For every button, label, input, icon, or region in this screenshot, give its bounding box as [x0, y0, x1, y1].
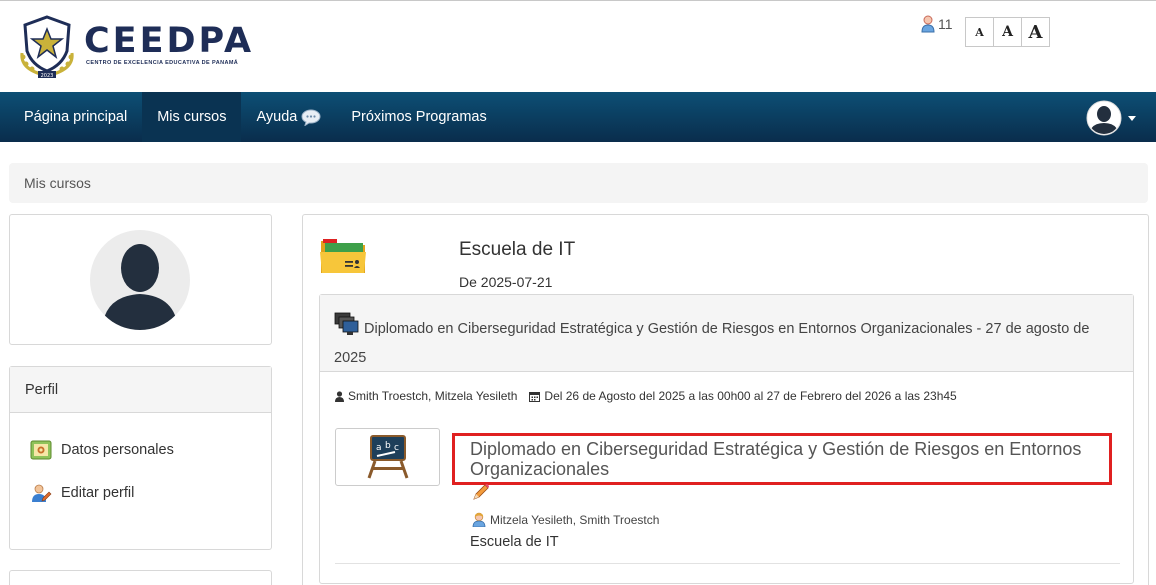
- svg-text:a: a: [376, 443, 382, 453]
- calendar-icon: [529, 391, 541, 402]
- courses-panel: Escuela de IT De 2025-07-21 Diplomado en…: [302, 214, 1149, 585]
- category-title[interactable]: Escuela de IT: [459, 239, 575, 261]
- laurel-shield-icon: 2023: [20, 15, 74, 79]
- chevron-down-icon: [1128, 115, 1136, 121]
- brand-name: CEEDPA: [84, 21, 255, 61]
- svg-text:b: b: [385, 441, 391, 451]
- blackboard-icon: a b c: [367, 435, 408, 479]
- session-coaches: Smith Troestch, Mitzela Yesileth: [335, 389, 517, 403]
- user-edit-icon: [32, 484, 52, 502]
- personal-data-link[interactable]: Datos personales: [30, 439, 174, 461]
- profile-title: Perfil: [10, 367, 271, 413]
- session-title: Diplomado en Ciberseguridad Estratégica …: [334, 321, 1090, 366]
- divider: [335, 563, 1120, 564]
- online-count: 11: [938, 16, 953, 32]
- user-silhouette-icon: [102, 244, 178, 330]
- session-dates-text: Del 26 de Agosto del 2025 a las 00h00 al…: [544, 389, 957, 403]
- pencil-icon: [473, 484, 489, 500]
- session-stack-icon: [334, 312, 359, 335]
- course-category: Escuela de IT: [470, 534, 559, 550]
- folder-icon: [320, 239, 366, 273]
- nav-help[interactable]: Ayuda: [241, 92, 336, 142]
- nav-home-label: Página principal: [24, 109, 128, 125]
- nav-upcoming-programs[interactable]: Próximos Programas: [336, 92, 501, 142]
- page: 2023 CEEDPA CENTRO DE EXCELENCIA EDUCATI…: [0, 0, 1156, 585]
- sidebar-next-card: [9, 570, 272, 585]
- online-users[interactable]: 11: [921, 15, 953, 33]
- logo-year: 2023: [41, 73, 54, 79]
- brand-subtitle: CENTRO DE EXCELENCIA EDUCATIVA DE PANAMÁ: [86, 60, 239, 66]
- course-teachers-text: Mitzela Yesileth, Smith Troestch: [490, 512, 660, 527]
- user-online-icon: [921, 15, 935, 33]
- user-menu[interactable]: [1086, 100, 1136, 136]
- breadcrumb: Mis cursos: [9, 163, 1148, 203]
- font-medium-button[interactable]: A: [993, 17, 1022, 47]
- nav-my-courses-label: Mis cursos: [157, 109, 227, 125]
- course-thumbnail[interactable]: a b c: [335, 428, 440, 486]
- profile-card: Perfil Datos personales Editar perfil: [9, 366, 272, 550]
- header: 2023 CEEDPA CENTRO DE EXCELENCIA EDUCATI…: [0, 1, 1156, 92]
- nav-home[interactable]: Página principal: [0, 92, 142, 142]
- edit-profile-label: Editar perfil: [61, 485, 135, 501]
- brand-logo[interactable]: 2023 CEEDPA CENTRO DE EXCELENCIA EDUCATI…: [14, 13, 254, 79]
- nav-my-courses[interactable]: Mis cursos: [142, 92, 242, 142]
- id-card-icon: [30, 440, 52, 460]
- font-size-controls: A A A: [965, 17, 1050, 47]
- session-header[interactable]: Diplomado en Ciberseguridad Estratégica …: [320, 295, 1133, 372]
- font-large-button[interactable]: A: [1021, 17, 1050, 47]
- font-small-button[interactable]: A: [965, 17, 994, 47]
- user-icon: [335, 390, 344, 402]
- chat-bubble-icon: [301, 108, 321, 126]
- main-navbar: Página principal Mis cursos Ayuda Próxim…: [0, 92, 1156, 142]
- session-panel: Diplomado en Ciberseguridad Estratégica …: [319, 294, 1134, 584]
- breadcrumb-current: Mis cursos: [24, 175, 91, 191]
- edit-profile-link[interactable]: Editar perfil: [30, 482, 134, 504]
- user-picture-card: [9, 214, 272, 345]
- nav-help-label: Ayuda: [256, 109, 298, 125]
- teacher-icon: [472, 512, 486, 527]
- personal-data-label: Datos personales: [61, 442, 174, 458]
- session-dates: Del 26 de Agosto del 2025 a las 00h00 al…: [529, 389, 957, 403]
- session-meta: Smith Troestch, Mitzela Yesileth Del 26 …: [335, 389, 957, 403]
- course-title-link[interactable]: Diplomado en Ciberseguridad Estratégica …: [452, 433, 1112, 485]
- course-teachers: Mitzela Yesileth, Smith Troestch: [472, 512, 659, 527]
- user-avatar-icon: [1086, 100, 1122, 136]
- session-coaches-text: Smith Troestch, Mitzela Yesileth: [348, 389, 518, 403]
- category-date: De 2025-07-21: [459, 274, 553, 290]
- avatar[interactable]: [90, 230, 190, 330]
- nav-upcoming-label: Próximos Programas: [351, 109, 487, 125]
